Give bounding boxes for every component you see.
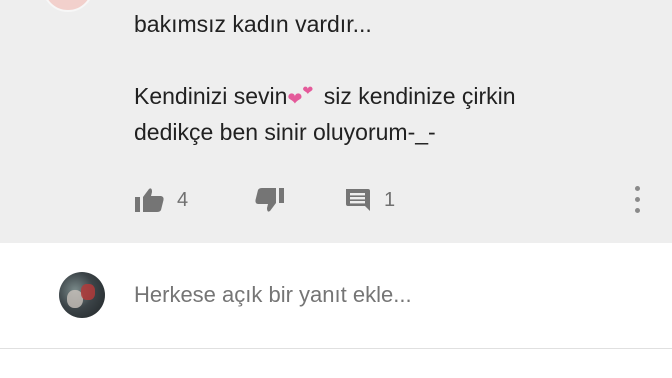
more-options-button[interactable] (626, 180, 650, 220)
next-comment-row (0, 349, 672, 378)
comment-card: bakımsız kadın vardır... Kendinizi sevin… (0, 0, 672, 243)
thumb-up-icon (135, 187, 165, 213)
reply-composer (0, 243, 672, 348)
comment-line-3: dedikçe ben sinir oluyorum-_- (134, 119, 436, 145)
like-button[interactable]: 4 (135, 180, 188, 220)
comment-line-2-end: siz kendinize çirkin (317, 83, 516, 109)
dislike-button[interactable] (254, 180, 284, 220)
reply-button[interactable]: 1 (344, 180, 395, 220)
comment-line-2-start: Kendinizi sevin (134, 83, 288, 109)
thumb-down-icon (254, 187, 284, 213)
commenter-avatar[interactable] (42, 0, 94, 12)
user-avatar[interactable] (59, 272, 105, 318)
reply-count: 1 (384, 188, 396, 211)
comment-text: bakımsız kadın vardır... Kendinizi sevin… (134, 6, 634, 150)
comment-actions: 4 1 (0, 180, 672, 220)
comment-line-1: bakımsız kadın vardır... (134, 11, 372, 37)
two-hearts-emoji-icon: ❤ ❤ (287, 83, 314, 109)
comment-icon (344, 187, 372, 213)
reply-input[interactable] (134, 279, 634, 311)
like-count: 4 (177, 188, 189, 211)
comment-line-2: Kendinizi sevin ❤ ❤ siz kendinize çirkin (134, 78, 634, 114)
